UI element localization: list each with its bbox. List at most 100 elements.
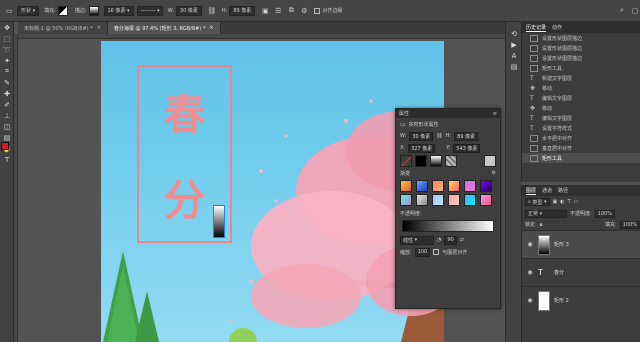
properties-panel-icon[interactable]: ▤ [506,61,522,72]
selected-rectangle-shape[interactable] [213,205,225,238]
angle-field[interactable]: 90 [444,235,457,245]
blend-mode-select[interactable]: 正常 ▾ [525,209,567,218]
workspace-icon[interactable]: ▢ [630,6,640,16]
gradient-editor-bar[interactable] [402,220,494,232]
layer-kind-filter[interactable]: ⌕ 类型 ▾ [525,198,550,206]
layer-name[interactable]: 矩形 2 [554,297,569,304]
filter-pixel-icon[interactable]: ▣ [553,199,558,205]
history-item[interactable]: 设置形状图层描边 [522,53,640,63]
gradient-fill-swatch[interactable] [430,155,442,167]
link-icon[interactable]: ⛓ [436,133,442,139]
close-icon[interactable]: × [209,25,213,31]
layer-name[interactable]: 矩形 3 [554,241,569,248]
gradient-preset[interactable] [432,180,444,192]
properties-titlebar[interactable]: 属性 ≡ [396,109,500,118]
tab-untitled[interactable]: 未标题-1 @ 50% (RGB/8#) * × [18,22,108,34]
gradient-preset[interactable] [464,180,476,192]
close-icon[interactable]: × [97,25,101,31]
history-item[interactable]: ✥ 移动 [522,103,640,113]
brush-tool-icon[interactable]: ✐ [0,99,14,110]
tab-channels[interactable]: 通道 [542,187,552,194]
align-edges-control[interactable]: 对齐边缘 [312,5,344,17]
opacity-field[interactable]: 100% [594,209,615,218]
gradient-preset[interactable] [448,180,460,192]
x-field[interactable]: 327 像素 [408,143,436,153]
history-item[interactable]: 矩形工具 [522,63,640,73]
y-field[interactable]: 543 像素 [453,143,481,153]
align-edges-checkbox[interactable] [314,7,321,14]
fill-field[interactable]: 100% [619,220,640,229]
history-item-selected[interactable]: 矩形工具 [522,153,640,163]
visibility-eye-icon[interactable]: ◉ [526,297,534,304]
color-picker-icon[interactable] [484,155,496,167]
solid-fill-swatch[interactable] [415,155,427,167]
layer-row-selected[interactable]: ◉ 矩形 3 [522,230,640,258]
gradient-preset[interactable] [480,180,492,192]
width-field[interactable]: 30 像素 [175,5,202,16]
layer-name[interactable]: 春分 [554,269,564,276]
gradient-preset[interactable] [400,194,412,206]
gradient-style-select[interactable]: 线性 ▾ [400,235,434,245]
history-panel-icon[interactable]: ⟲ [506,28,522,39]
history-item[interactable]: T 新建文字图层 [522,73,640,83]
search-icon[interactable]: ⌕ [617,6,627,16]
filter-shape-icon[interactable]: ▭ [574,199,579,205]
no-fill-swatch[interactable] [400,155,412,167]
lock-icon[interactable]: 🔒︎ [540,222,543,228]
height-field[interactable]: 89 像素 [229,5,256,16]
gear-icon[interactable]: ⚙ [299,6,309,16]
tab-spring-poster[interactable]: 春分海报 @ 97.4% (矩形 3, RGB/8#) * × [107,22,221,34]
panel-menu-icon[interactable]: ≡ [493,111,497,117]
stroke-type-select[interactable]: ——— ▾ [136,5,163,16]
title-char-spring[interactable]: 春 [139,81,230,142]
fill-swatch[interactable] [57,5,68,16]
link-icon[interactable]: ⛓ [207,6,217,16]
text-panel-icon[interactable]: A [506,50,522,61]
tab-layers[interactable]: 图层 [526,187,537,195]
scale-field[interactable]: 100 [414,247,431,257]
move-tool-icon[interactable]: ✥ [0,22,14,33]
tab-paths[interactable]: 路径 [558,187,568,194]
pattern-fill-swatch[interactable] [445,155,457,167]
tab-actions[interactable]: 动作 [552,24,562,31]
reverse-icon[interactable]: ⇄ [460,237,464,243]
layer-row[interactable]: ◉ T 春分 [522,258,640,286]
eyedropper-icon[interactable]: ✎ [0,77,14,88]
foreground-color-swatch[interactable] [1,142,9,150]
width-field[interactable]: 30 像素 [409,131,434,141]
healing-brush-icon[interactable]: ✚ [0,88,14,99]
gradient-preset[interactable] [416,180,428,192]
gradient-preset[interactable] [416,194,428,206]
align-with-layer-checkbox[interactable] [433,249,440,255]
gradient-preset[interactable] [464,194,476,206]
gradient-preset[interactable] [448,194,460,206]
path-arrangement-icon[interactable]: ⧉ [286,6,296,16]
history-item[interactable]: T 编辑文字图层 [522,93,640,103]
path-alignment-icon[interactable]: ☰ [273,6,283,16]
rectangle-tool-icon[interactable]: ▭ [4,6,14,16]
tab-history[interactable]: 历史记录 [526,24,547,32]
history-item[interactable]: ✥ 移动 [522,83,640,93]
fill-control[interactable]: 填充: [42,5,70,17]
history-item[interactable]: T 编辑文字图层 [522,113,640,123]
stroke-swatch[interactable] [88,5,99,16]
history-item[interactable]: 水平居中对齐 [522,133,640,143]
gradient-preset[interactable] [432,194,444,206]
filter-text-icon[interactable]: T [568,199,571,205]
crop-tool-icon[interactable]: ⌗ [0,66,14,77]
lasso-tool-icon[interactable]: ➰ [0,44,14,55]
path-operations-icon[interactable]: ▣ [260,6,270,16]
magic-wand-icon[interactable]: ✦ [0,55,14,66]
history-item[interactable]: 设置形状图层描边 [522,33,640,43]
stamp-tool-icon[interactable]: ⊥ [0,110,14,121]
marquee-tool-icon[interactable]: ⬚ [0,33,14,44]
history-item[interactable]: T 设置字符样式 [522,123,640,133]
stroke-control[interactable]: 描边: [73,5,101,17]
filter-adjust-icon[interactable]: ◐ [560,199,564,205]
gradient-preset[interactable] [480,194,492,206]
height-field[interactable]: 89 像素 [454,131,479,141]
visibility-eye-icon[interactable]: ◉ [526,241,534,248]
stroke-size-field[interactable]: 16 像素 ▾ [103,5,134,16]
document-canvas[interactable]: 春 分 [101,41,444,342]
actions-panel-icon[interactable]: ▶ [506,39,522,50]
